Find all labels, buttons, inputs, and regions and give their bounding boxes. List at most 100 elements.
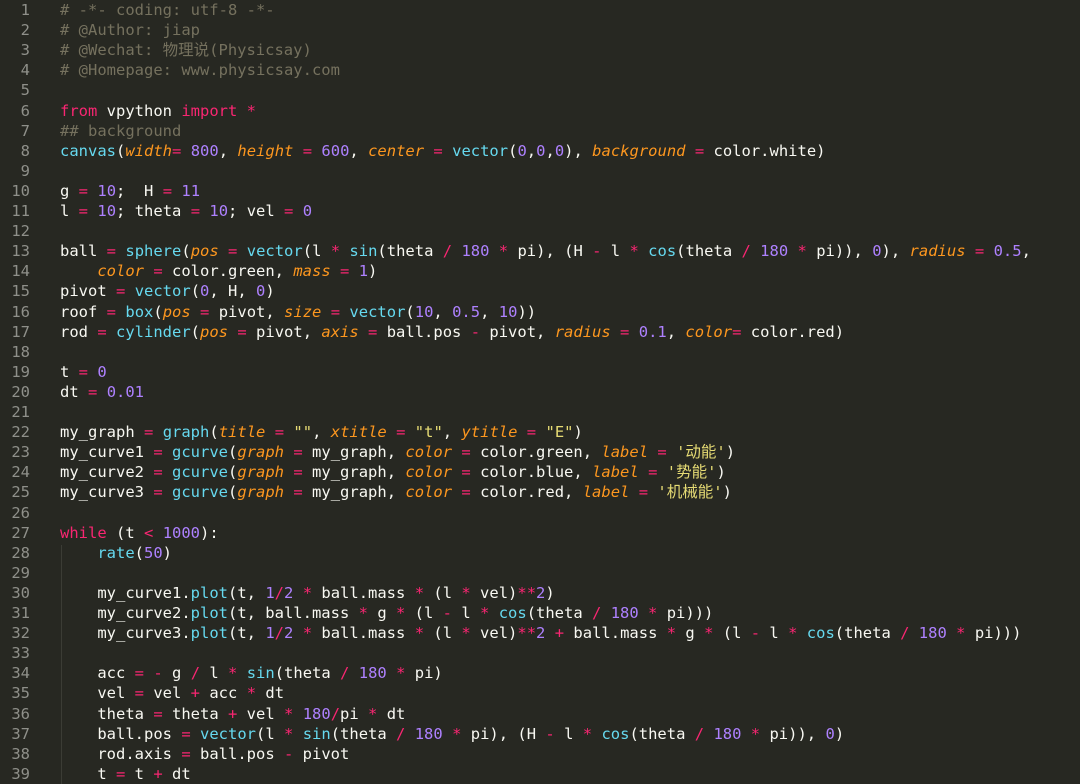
code-token: - [545,724,555,743]
code-text: pivot = vector(0, H, 0) [60,281,275,301]
code-token: = [88,382,98,401]
code-token: pos [190,242,219,261]
code-token: ball.pos [377,322,471,341]
code-token: 180 [302,704,331,723]
code-token: * [246,684,257,703]
code-token: ) [716,463,726,482]
code-token: = [330,302,341,321]
code-token: vector [246,242,303,261]
code-token: 11 [181,181,201,200]
code-token: 0 [97,362,107,381]
code-token: 10 [414,302,434,321]
code-token: ) [722,483,732,502]
code-token: = [78,202,89,220]
code-token: 10 [498,302,518,321]
code-text: ball.pos = vector(l * sin(theta / 180 * … [60,724,844,744]
code-text: rate(50) [60,543,172,563]
code-token: my_curve2. [60,604,191,622]
code-token: = [97,322,107,341]
code-token: vector [200,724,257,743]
code-token: my_curve3 [60,483,154,502]
code-token: + [228,704,238,723]
code-token: vpython [97,101,182,120]
code-token: 0 [256,282,266,301]
code-token: (theta [629,724,695,743]
code-token: = [162,181,173,200]
code-token: ytitle [461,423,518,442]
code-token: sphere [125,242,182,261]
code-token: my_curve2 [60,463,154,482]
code-token: ) [265,282,275,301]
code-token: 180 [713,724,742,743]
code-token: label [601,443,649,462]
code-token: ## background [60,121,182,140]
code-token: graph [237,443,285,462]
code-token: vector [134,282,191,301]
code-token: pi), (H [461,724,546,743]
code-token: my_graph, [302,463,406,482]
code-token: pivot, [246,322,322,341]
code-token: = [153,463,163,482]
code-token: = [153,483,163,502]
code-token: 180 [358,664,387,683]
code-token: graph [162,423,210,442]
code-text: t = t + dt [60,764,190,784]
line-number: 9 [20,161,30,180]
code-token: vector [452,141,509,160]
code-token: 180 [918,624,947,643]
code-token: sin [246,664,275,683]
code-token: pivot, [480,322,555,341]
code-token: ball [60,242,107,261]
code-token: * [284,724,294,743]
code-token: 0 [517,141,527,160]
code-token: ball.mass [564,624,667,643]
code-token: l [60,202,79,220]
code-token: * [666,624,677,643]
code-editor[interactable]: 1 # -*- coding: utf-8 -*- 2 # @Author: jiap… [0,0,1080,784]
code-token: 10 [209,202,229,220]
code-token: = [116,764,126,783]
code-token: (l [424,624,462,643]
line-number: 13 [11,242,30,261]
line-number: 36 [11,704,30,723]
code-token: 2 [536,624,546,643]
code-token: my_graph [60,423,144,442]
code-token: / [396,724,406,743]
code-token: * [582,724,593,743]
code-token: = [620,322,630,341]
code-token: * [246,101,257,120]
line-number: 18 [11,342,30,361]
code-token: = [190,202,201,220]
code-text: acc = - g / l * sin(theta / 180 * pi) [60,663,442,683]
code-token: = [293,443,303,462]
code-text: my_curve1 = gcurve(graph = my_graph, col… [60,442,735,462]
code-token: = [433,141,443,160]
code-token: theta [162,704,228,723]
code-token: ) [545,583,555,602]
line-number: 34 [11,664,30,683]
code-text: ball = sphere(pos = vector(l * sin(theta… [60,241,1031,261]
code-token: = [116,282,126,301]
code-token: l [760,624,789,643]
code-token: (theta [330,724,397,743]
line-number: 4 [20,61,30,80]
code-token: ball.mass [312,583,415,602]
line-number: 25 [11,483,30,502]
code-text: my_curve2 = gcurve(graph = my_graph, col… [60,462,726,482]
code-token: ) [368,262,378,281]
